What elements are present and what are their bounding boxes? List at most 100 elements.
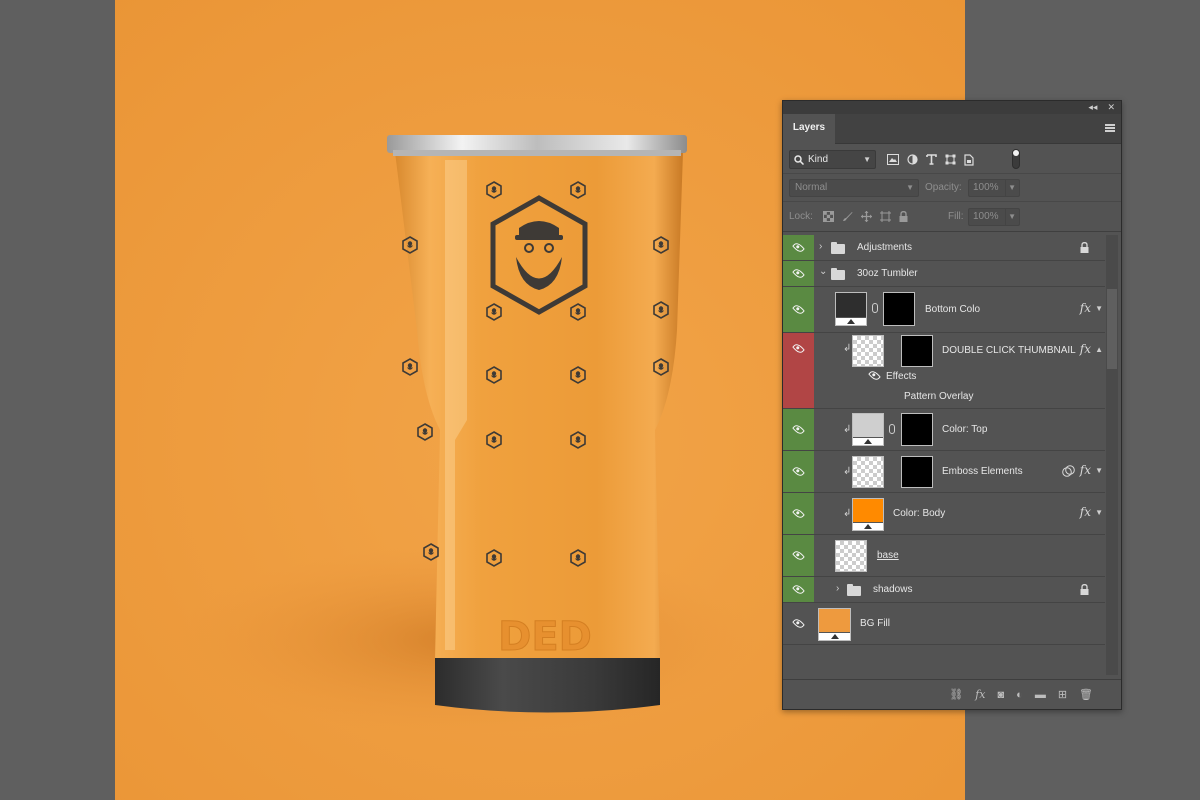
chevron-down-icon[interactable]: ⌄ [819, 266, 827, 277]
layer-thumbnail[interactable] [852, 413, 884, 446]
layer-thumbnail[interactable] [835, 540, 867, 572]
layer-emboss-elements[interactable]: ↲ Emboss Elements fx ▼ [783, 451, 1105, 493]
lock-all-icon[interactable] [899, 211, 908, 222]
chevron-down-icon[interactable]: ▼ [1005, 180, 1016, 196]
layer-name: Bottom Colo [925, 304, 981, 315]
lock-image-pixels-icon[interactable] [842, 211, 853, 222]
mask-thumbnail[interactable] [883, 292, 915, 326]
visibility-toggle[interactable] [783, 603, 814, 644]
layer-name: base [877, 550, 899, 561]
filter-row: Kind ▼ [783, 144, 1121, 174]
clipping-arrow-icon: ↲ [843, 508, 852, 519]
panel-tab-row: Layers [783, 114, 1121, 144]
new-adjustment-icon[interactable]: ◐ [1016, 689, 1023, 701]
fx-icon[interactable]: fx [1080, 301, 1091, 315]
layer-shadows[interactable]: › shadows [783, 577, 1105, 603]
layer-name: Adjustments [857, 242, 913, 253]
fx-icon[interactable]: fx [1080, 463, 1091, 477]
chevron-down-icon: ▼ [906, 183, 914, 192]
lock-row: Lock: Fill: 100% ▼ [783, 202, 1121, 232]
chevron-right-icon[interactable]: › [819, 241, 822, 252]
smart-object-thumbnail[interactable] [852, 456, 884, 488]
fill-label: Fill: [948, 211, 964, 222]
effects-visibility-toggle[interactable] [868, 369, 881, 382]
chain-link-icon[interactable] [872, 303, 878, 313]
chevron-down-icon[interactable]: ▼ [1095, 508, 1103, 517]
mask-thumbnail[interactable] [901, 335, 933, 367]
layer-double-click-thumbnail[interactable]: ↲ DOUBLE CLICK THUMBNAIL fx ▲ Effects Pa… [783, 333, 1105, 409]
visibility-toggle[interactable] [783, 451, 814, 492]
visibility-toggle[interactable] [783, 235, 814, 260]
folder-icon [831, 242, 845, 254]
shape-filter-icon[interactable] [945, 154, 956, 165]
filter-toggle-switch[interactable] [1012, 149, 1020, 169]
link-layers-icon[interactable]: ⛓ [949, 688, 963, 701]
lock-label: Lock: [789, 211, 813, 222]
blend-mode-select[interactable]: Normal ▼ [789, 179, 919, 197]
image-filter-icon[interactable] [887, 154, 899, 165]
panel-title-bar[interactable]: ◂◂ ✕ [783, 101, 1121, 114]
smart-object-thumbnail[interactable] [852, 335, 884, 367]
effect-pattern-overlay[interactable]: Pattern Overlay [904, 391, 973, 402]
chevron-down-icon: ▼ [863, 155, 871, 164]
lock-artboard-icon[interactable] [880, 211, 891, 222]
close-panel-icon[interactable]: ✕ [1107, 101, 1115, 114]
visibility-toggle[interactable] [783, 409, 814, 450]
clipping-arrow-icon: ↲ [843, 466, 852, 477]
chevron-right-icon[interactable]: › [836, 583, 839, 594]
mask-thumbnail[interactable] [901, 456, 933, 488]
layer-30oz-tumbler[interactable]: ⌄ 30oz Tumbler [783, 261, 1105, 287]
tab-layers[interactable]: Layers [783, 114, 835, 144]
visibility-toggle[interactable] [783, 333, 814, 408]
visibility-toggle[interactable] [783, 261, 814, 286]
layer-adjustments[interactable]: › Adjustments [783, 235, 1105, 261]
chevron-up-icon[interactable]: ▲ [1095, 345, 1103, 354]
visibility-toggle[interactable] [783, 577, 814, 602]
mask-thumbnail[interactable] [901, 413, 933, 446]
layer-color-top[interactable]: ↲ Color: Top [783, 409, 1105, 451]
type-filter-icon[interactable] [926, 154, 937, 165]
opacity-field[interactable]: 100% ▼ [968, 179, 1020, 197]
layer-color-body[interactable]: ↲ Color: Body fx ▼ [783, 493, 1105, 535]
layer-thumbnail[interactable] [852, 498, 884, 531]
lock-transparent-pixels-icon[interactable] [823, 211, 834, 222]
fx-icon[interactable]: fx [1080, 342, 1091, 356]
fill-field[interactable]: 100% ▼ [968, 208, 1020, 226]
smart-object-filter-icon[interactable] [964, 153, 974, 166]
chevron-down-icon[interactable]: ▼ [1095, 304, 1103, 313]
panel-menu-icon[interactable] [1105, 124, 1115, 132]
layer-name: DOUBLE CLICK THUMBNAIL [942, 345, 1076, 356]
delete-layer-icon[interactable]: 🗑 [1079, 688, 1093, 701]
layer-thumbnail[interactable] [835, 292, 867, 326]
eye-icon [792, 617, 805, 630]
adjustment-filter-icon[interactable] [907, 154, 918, 165]
scrollbar-thumb[interactable] [1107, 289, 1117, 369]
chain-link-icon[interactable] [889, 424, 895, 434]
add-mask-icon[interactable]: ◙ [998, 689, 1005, 701]
collapse-panel-icon[interactable]: ◂◂ [1088, 101, 1097, 114]
eye-icon [792, 583, 805, 596]
new-group-icon[interactable]: ▬ [1035, 689, 1046, 701]
layer-bottom-colo[interactable]: Bottom Colo fx ▼ [783, 287, 1105, 333]
chevron-down-icon[interactable]: ▼ [1095, 466, 1103, 475]
chevron-down-icon[interactable]: ▼ [1005, 209, 1016, 225]
layer-base[interactable]: base [783, 535, 1105, 577]
layer-list-scrollbar[interactable] [1106, 235, 1118, 675]
visibility-toggle[interactable] [783, 535, 814, 576]
layer-name: BG Fill [860, 618, 890, 629]
blend-mode-value: Normal [795, 182, 828, 193]
lock-position-icon[interactable] [861, 211, 872, 222]
layer-thumbnail[interactable] [818, 608, 851, 641]
fx-icon[interactable]: fx [1080, 505, 1091, 519]
fill-value: 100% [973, 211, 999, 222]
layer-bg-fill[interactable]: BG Fill [783, 603, 1105, 645]
eye-icon [792, 465, 805, 478]
embossed-text: DED [498, 614, 592, 660]
clipping-arrow-icon: ↲ [843, 424, 852, 435]
eye-icon [792, 342, 805, 355]
fx-icon[interactable]: fx [975, 688, 985, 701]
visibility-toggle[interactable] [783, 493, 814, 534]
visibility-toggle[interactable] [783, 287, 814, 332]
new-layer-icon[interactable]: ⊞ [1058, 688, 1067, 701]
kind-filter-select[interactable]: Kind ▼ [789, 150, 876, 169]
